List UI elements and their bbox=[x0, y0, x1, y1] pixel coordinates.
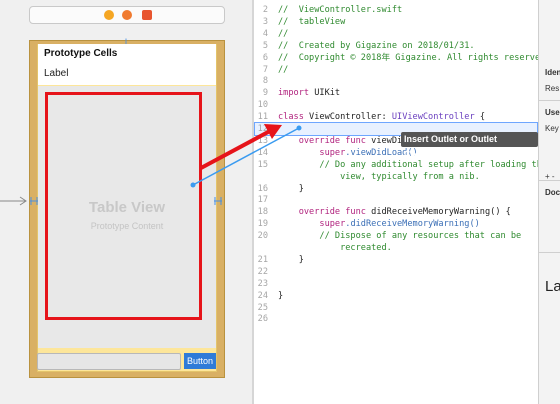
code-text: override func didReceiveMemoryWarning() … bbox=[278, 206, 511, 218]
code-text: // bbox=[278, 64, 288, 76]
line-number: 17 bbox=[257, 195, 268, 206]
inspector-panel[interactable]: Iden Res User Key + - Docu La bbox=[538, 0, 560, 404]
cell-label[interactable]: Label bbox=[44, 68, 68, 79]
line-number: 20 bbox=[257, 231, 268, 242]
view-controller-icon[interactable] bbox=[104, 10, 114, 20]
code-token: // Dispose of any resources that can be bbox=[278, 231, 522, 242]
arrow-right-icon bbox=[0, 196, 27, 206]
code-token: super bbox=[278, 219, 346, 230]
user-defined-section-label: User bbox=[545, 108, 560, 117]
code-token: } bbox=[278, 290, 284, 301]
code-token: override func bbox=[278, 135, 366, 146]
code-text: } bbox=[278, 254, 304, 266]
insert-outlet-tooltip: Insert Outlet or Outlet Collection bbox=[401, 132, 538, 159]
inspector-divider bbox=[539, 100, 560, 101]
line-number: 18 bbox=[257, 207, 268, 218]
code-token: recreated. bbox=[278, 243, 392, 253]
code-token: override func bbox=[278, 207, 366, 218]
code-text: // Copyright © 2018年 Gigazine. All right… bbox=[278, 52, 550, 64]
code-text: // Created by Gigazine on 2018/01/31. bbox=[278, 40, 475, 52]
scene-dock[interactable] bbox=[29, 6, 225, 24]
code-token: didReceiveMemoryWarning() { bbox=[365, 207, 511, 218]
line-number: 8 bbox=[262, 76, 268, 87]
line-number: 26 bbox=[257, 314, 268, 325]
code-text: // ViewController.swift bbox=[278, 4, 402, 16]
constraint-pin-icon bbox=[214, 197, 222, 205]
highlight-rectangle bbox=[45, 92, 202, 320]
line-number: 4 bbox=[262, 28, 268, 39]
code-token: // Copyright © 2018年 Gigazine. All right… bbox=[278, 52, 551, 63]
line-number: 9 bbox=[262, 88, 268, 99]
code-token: .didReceiveMemoryWarning() bbox=[345, 219, 480, 230]
code-text: // bbox=[278, 28, 288, 40]
code-token: // tableView bbox=[278, 16, 346, 27]
code-text: class ViewController: UIViewController { bbox=[278, 111, 485, 123]
code-token: // bbox=[278, 28, 289, 39]
document-section-label: Docu bbox=[545, 188, 560, 197]
inspector-divider bbox=[539, 252, 560, 253]
code-text: // tableView bbox=[278, 16, 345, 28]
code-token: UIKit bbox=[309, 88, 341, 99]
line-number: 11 bbox=[257, 112, 268, 123]
code-token: class bbox=[278, 112, 304, 123]
code-token: // ViewController.swift bbox=[278, 5, 403, 15]
code-token: // bbox=[278, 64, 289, 75]
code-text: super.viewDidLoad() bbox=[278, 147, 417, 159]
line-number: 21 bbox=[257, 254, 268, 265]
code-text: view, typically from a nib. bbox=[278, 171, 480, 183]
scene-button[interactable]: Button bbox=[184, 353, 216, 369]
code-token: import bbox=[278, 88, 310, 99]
code-text: } bbox=[278, 183, 304, 195]
prototype-cells-title: Prototype Cells bbox=[44, 48, 118, 59]
code-text: super.didReceiveMemoryWarning() bbox=[278, 218, 480, 230]
code-token: } bbox=[278, 183, 304, 194]
line-number: 5 bbox=[262, 40, 268, 51]
line-number: 19 bbox=[257, 219, 268, 230]
line-number: 6 bbox=[262, 52, 268, 63]
line-number: 7 bbox=[262, 64, 268, 75]
line-number: 24 bbox=[257, 290, 268, 301]
exit-icon[interactable] bbox=[142, 10, 152, 20]
code-token: } bbox=[278, 254, 304, 265]
line-number: 13 bbox=[257, 135, 268, 146]
line-number: 2 bbox=[262, 5, 268, 15]
line-number: 3 bbox=[262, 16, 268, 27]
library-item-label: La bbox=[545, 278, 560, 295]
restoration-label: Res bbox=[545, 84, 560, 93]
line-number: 16 bbox=[257, 183, 268, 194]
constraint-pin-icon bbox=[30, 197, 38, 205]
identity-section-label: Iden bbox=[545, 68, 560, 77]
code-text: recreated. bbox=[278, 242, 392, 254]
code-token: ViewController: bbox=[303, 112, 392, 123]
code-token: { bbox=[474, 112, 485, 123]
line-number: 22 bbox=[257, 266, 268, 277]
first-responder-icon[interactable] bbox=[122, 10, 132, 20]
code-text: } bbox=[278, 290, 283, 302]
code-editor[interactable]: 2 // ViewController.swift 3 // tableView 4 //… bbox=[254, 0, 550, 404]
line-number: 10 bbox=[257, 100, 268, 111]
code-text: import UIKit bbox=[278, 87, 340, 99]
code-text: // Dispose of any resources that can be bbox=[278, 230, 521, 242]
code-token: super bbox=[278, 147, 346, 158]
line-number: 15 bbox=[257, 159, 268, 170]
line-number: 23 bbox=[257, 278, 268, 289]
add-remove-buttons[interactable]: + - bbox=[545, 172, 555, 181]
text-field[interactable] bbox=[37, 353, 181, 370]
code-token: view, typically from a nib. bbox=[278, 171, 480, 182]
line-number: 12 bbox=[257, 124, 268, 134]
code-token: // Created by Gigazine on 2018/01/31. bbox=[278, 40, 475, 51]
line-number: 25 bbox=[257, 302, 268, 313]
storyboard-canvas[interactable]: I Prototype Cells Label Table View Proto… bbox=[0, 0, 252, 404]
code-text: override func viewDid bbox=[278, 135, 408, 147]
line-number: 14 bbox=[257, 147, 268, 158]
code-token: UIViewController bbox=[391, 112, 475, 123]
key-column-label: Key bbox=[545, 124, 559, 133]
